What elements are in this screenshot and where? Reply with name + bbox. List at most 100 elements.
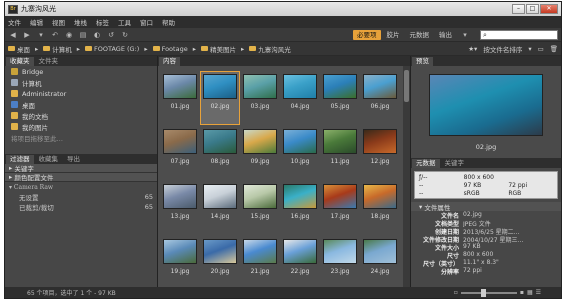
slider-track[interactable]	[460, 288, 517, 297]
favorite-item[interactable]: 将项目拖移至此…	[5, 132, 157, 143]
thumbnail-image[interactable]	[283, 184, 317, 209]
return-icon[interactable]: ↶	[50, 31, 60, 39]
thumbnail-image[interactable]	[363, 74, 397, 99]
filter-row[interactable]: 无设置 65	[5, 192, 157, 202]
zoom-in-icon[interactable]: ▪	[520, 289, 524, 296]
menu-item[interactable]: 标签	[96, 17, 109, 27]
thumbnail-image[interactable]	[163, 74, 197, 99]
scrollbar-thumb[interactable]	[404, 70, 409, 102]
thumbnail-image[interactable]	[243, 74, 277, 99]
thumbnail-item[interactable]: 24.jpg	[361, 237, 399, 287]
thumbnail-image[interactable]	[323, 74, 357, 99]
thumbnail-item[interactable]: 14.jpg	[201, 182, 239, 234]
tab-preview[interactable]: 预览	[412, 57, 433, 66]
thumbnail-item[interactable]: 17.jpg	[321, 182, 359, 234]
thumbnail-image[interactable]	[203, 74, 237, 99]
forward-arrow-icon[interactable]: ▶	[22, 31, 32, 39]
thumbnail-item[interactable]: 10.jpg	[281, 127, 319, 179]
thumbnail-image[interactable]	[203, 239, 237, 264]
thumbnail-image[interactable]	[203, 129, 237, 154]
thumbnail-item[interactable]: 05.jpg	[321, 72, 359, 124]
thumbnail-item[interactable]: 06.jpg	[361, 72, 399, 124]
workspace-tab[interactable]: 胶片	[383, 30, 404, 40]
thumbnail-image[interactable]	[363, 129, 397, 154]
thumbnail-image[interactable]	[283, 239, 317, 264]
thumbnail-item[interactable]: 07.jpg	[161, 127, 199, 179]
preview-image[interactable]	[429, 74, 543, 136]
thumbnail-image[interactable]	[243, 239, 277, 264]
tab-favorites[interactable]: 收藏夹	[6, 57, 34, 66]
rotate-left-icon[interactable]: ↺	[106, 31, 116, 39]
favorite-item[interactable]: Bridge	[5, 66, 157, 77]
thumbnail-item[interactable]: 01.jpg	[161, 72, 199, 124]
favorite-item[interactable]: 桌面	[5, 99, 157, 110]
favorite-item[interactable]: Administrator	[5, 88, 157, 99]
back-arrow-icon[interactable]: ◀	[8, 31, 18, 39]
thumbnail-item[interactable]: 15.jpg	[241, 182, 279, 234]
thumbnail-item[interactable]: 11.jpg	[321, 127, 359, 179]
thumbnail-item[interactable]: 21.jpg	[241, 237, 279, 287]
thumbnail-item[interactable]: 04.jpg	[281, 72, 319, 124]
thumbnail-image[interactable]	[283, 129, 317, 154]
zoom-out-icon[interactable]: ▫	[454, 289, 458, 296]
workspace-tab[interactable]: 元数据	[406, 30, 434, 40]
breadcrumb-item[interactable]: 桌面	[8, 44, 30, 54]
favorite-item[interactable]: 我的文档	[5, 110, 157, 121]
menu-item[interactable]: 帮助	[162, 17, 175, 27]
tab-folders[interactable]: 文件夹	[35, 57, 63, 66]
menu-item[interactable]: 视图	[52, 17, 65, 27]
thumbnail-item[interactable]: 08.jpg	[201, 127, 239, 179]
sort-menu[interactable]: 按文件名排序	[483, 44, 522, 54]
content-scrollbar[interactable]	[403, 66, 410, 287]
maximize-button[interactable]: □	[526, 4, 539, 14]
grid-view-icon[interactable]: ▦	[527, 289, 533, 296]
menu-item[interactable]: 工具	[118, 17, 131, 27]
tab-keywords[interactable]: 关键字	[441, 159, 469, 168]
thumbnail-item[interactable]: 22.jpg	[281, 237, 319, 287]
thumbnail-image[interactable]	[323, 184, 357, 209]
tab-collections[interactable]: 收藏集	[35, 155, 63, 164]
slider-knob[interactable]	[480, 288, 486, 297]
filter-group-camera-raw[interactable]: ▾ Camera Raw	[5, 182, 157, 192]
breadcrumb-item[interactable]: 精美图片	[200, 44, 236, 54]
thumbnail-item[interactable]: 02.jpg	[200, 71, 240, 125]
workspace-tab[interactable]: 输出	[435, 30, 456, 40]
thumbnail-image[interactable]	[323, 239, 357, 264]
recent-folder-icon[interactable]: ▾	[36, 31, 46, 39]
thumbnail-size-slider[interactable]: ▫ ▪ ▦ ☰	[454, 288, 541, 297]
thumbnail-image[interactable]	[243, 129, 277, 154]
thumbnail-image[interactable]	[283, 74, 317, 99]
filter-group-color-profile[interactable]: ▸ 颜色配置文件	[5, 173, 157, 182]
thumbnail-item[interactable]: 18.jpg	[361, 182, 399, 234]
tab-export[interactable]: 导出	[63, 155, 84, 164]
open-camera-raw-icon[interactable]: ◐	[92, 31, 102, 39]
list-view-icon[interactable]: ☰	[536, 289, 541, 296]
menu-item[interactable]: 窗口	[140, 17, 153, 27]
breadcrumb-item[interactable]: Footage	[152, 45, 188, 53]
breadcrumb-item[interactable]: 九寨沟风光	[249, 44, 291, 54]
menu-item[interactable]: 编辑	[30, 17, 43, 27]
thumbnail-image[interactable]	[323, 129, 357, 154]
breadcrumb-item[interactable]: 计算机	[43, 44, 72, 54]
thumbnail-item[interactable]: 09.jpg	[241, 127, 279, 179]
search-input[interactable]: ⌕	[480, 29, 558, 40]
thumbnail-image[interactable]	[203, 184, 237, 209]
thumbnail-image[interactable]	[243, 184, 277, 209]
rotate-right-icon[interactable]: ↻	[120, 31, 130, 39]
sort-order-icon[interactable]: ▾	[528, 45, 531, 53]
file-properties-header[interactable]: ▾ 文件属性	[411, 202, 561, 212]
thumbnail-item[interactable]: 19.jpg	[161, 237, 199, 287]
new-folder-icon[interactable]: ▭	[538, 45, 544, 53]
breadcrumb-item[interactable]: FOOTAGE (G:)	[85, 45, 139, 53]
camera-download-icon[interactable]: ◉	[64, 31, 74, 39]
stars-filter-icon[interactable]: ★▾	[468, 45, 477, 53]
thumbnail-image[interactable]	[163, 239, 197, 264]
workspace-menu-icon[interactable]: ▾	[460, 31, 470, 39]
menu-item[interactable]: 文件	[8, 17, 21, 27]
favorite-item[interactable]: 我的图片	[5, 121, 157, 132]
thumbnail-image[interactable]	[363, 239, 397, 264]
thumbnail-image[interactable]	[163, 184, 197, 209]
thumbnail-image[interactable]	[363, 184, 397, 209]
filter-row[interactable]: 已裁剪/裁切 65	[5, 202, 157, 212]
thumbnail-image[interactable]	[163, 129, 197, 154]
